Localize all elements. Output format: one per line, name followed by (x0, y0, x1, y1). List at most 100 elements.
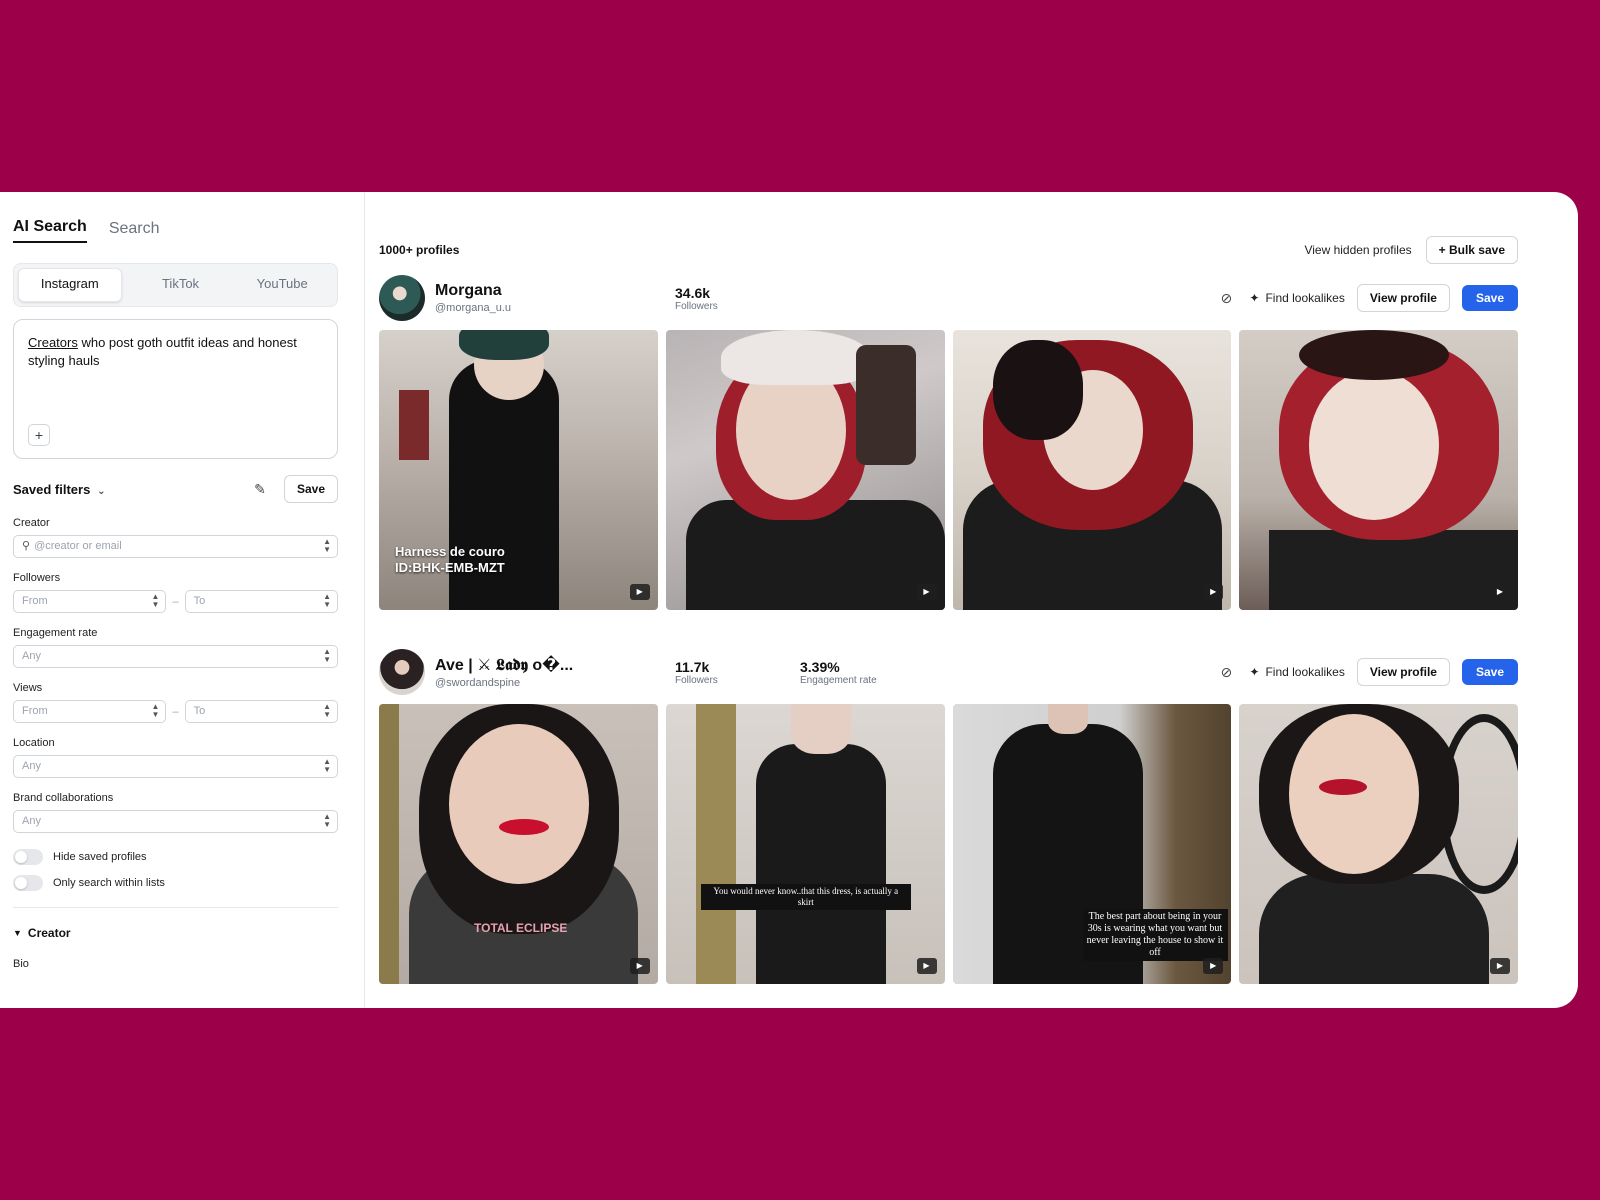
followers-from-select[interactable]: From ▲ ▼ (13, 590, 167, 613)
updown-chevron-icon: ▲ ▼ (323, 592, 331, 609)
media-thumbnail[interactable]: You would never know..that this dress, i… (665, 704, 945, 984)
save-filters-button[interactable]: Save (283, 475, 338, 503)
media-thumbnail[interactable]: ▶ (665, 330, 945, 610)
stat-followers: 11.7k Followers (675, 659, 800, 686)
video-camera-icon: ▶ (916, 584, 937, 600)
only-lists-row: Only search within lists (13, 875, 338, 891)
only-lists-label: Only search within lists (53, 877, 165, 889)
followers-from-value: From (22, 595, 48, 607)
media-caption: The best part about being in your 30s is… (1082, 909, 1228, 961)
brand-collabs-label: Brand collaborations (13, 792, 114, 804)
profile-handle: @morgana_u.u (435, 302, 511, 314)
save-profile-button[interactable]: Save (1461, 285, 1518, 311)
updown-chevron-icon: ▲ ▼ (151, 592, 160, 609)
hide-saved-row: Hide saved profiles (13, 849, 338, 865)
media-thumbnail[interactable]: ▶ (952, 330, 1232, 610)
brand-collabs-select[interactable]: Any ▲ ▼ (13, 810, 338, 833)
results-panel: 1000+ profiles View hidden profiles + Bu… (365, 192, 1578, 1008)
app-window: AI Search Search Instagram TikTok YouTub… (0, 192, 1578, 1008)
tab-instagram[interactable]: Instagram (18, 268, 122, 302)
media-row: Harness de couro ID:BHK-EMB-MZT ▶ ▶ ▶ ▶ (379, 330, 1518, 610)
bulk-save-button[interactable]: + Bulk save (1425, 236, 1518, 264)
media-caption: Harness de couro ID:BHK-EMB-MZT (395, 544, 505, 575)
media-thumbnail[interactable]: Harness de couro ID:BHK-EMB-MZT ▶ (379, 330, 658, 610)
media-thumbnail[interactable]: ▶ (1239, 330, 1518, 610)
divider (13, 907, 338, 908)
results-toolbar: 1000+ profiles View hidden profiles + Bu… (379, 236, 1518, 264)
location-value: Any (22, 760, 41, 772)
creator-section-toggle[interactable]: ▼ Creator (13, 926, 338, 940)
saved-filters-label: Saved filters (13, 481, 91, 497)
stat-label: Followers (675, 674, 718, 686)
followers-to-select[interactable]: To ▲ ▼ (184, 590, 338, 613)
find-lookalikes-button[interactable]: ✦ Find lookalikes (1249, 665, 1344, 679)
stat-label: Engagement rate (800, 674, 877, 686)
avatar[interactable] (379, 275, 425, 321)
view-profile-button[interactable]: View profile (1356, 284, 1450, 312)
platform-tabs: Instagram TikTok YouTube (13, 263, 338, 307)
save-profile-button[interactable]: Save (1461, 659, 1518, 685)
pencil-icon[interactable]: ✎ (246, 481, 274, 498)
add-attachment-button[interactable]: + (28, 424, 50, 446)
media-thumbnail[interactable]: ▶ (1239, 704, 1518, 984)
video-camera-icon: ▶ (629, 958, 650, 974)
find-lookalikes-label: Find lookalikes (1265, 291, 1345, 305)
views-to-select[interactable]: To ▲ ▼ (184, 700, 338, 723)
updown-chevron-icon: ▲ ▼ (323, 812, 331, 829)
media-thumbnail[interactable]: The best part about being in your 30s is… (952, 704, 1232, 984)
mode-tabs: AI Search Search (13, 218, 338, 243)
views-label: Views (13, 682, 43, 694)
hide-saved-label: Hide saved profiles (53, 851, 147, 863)
tab-ai-search[interactable]: AI Search (13, 218, 87, 243)
ai-prompt-input[interactable]: Creators who post goth outfit ideas and … (13, 319, 338, 459)
location-select[interactable]: Any ▲ ▼ (13, 755, 338, 778)
video-camera-icon: ▶ (1203, 958, 1224, 974)
sparkle-icon: ✦ (1249, 665, 1260, 679)
avatar[interactable] (379, 649, 425, 695)
media-row: TOTAL ECLIPSE ▶ You would never know..th… (379, 704, 1518, 984)
results-count: 1000+ profiles (379, 243, 460, 257)
chevron-down-icon: ▼ (13, 928, 22, 938)
profile-name[interactable]: Morgana (435, 282, 675, 300)
updown-chevron-icon: ▲ ▼ (323, 537, 331, 554)
creator-label: Creator (13, 517, 50, 529)
location-label: Location (13, 737, 55, 749)
eye-off-icon[interactable]: ⊘ (1211, 290, 1241, 307)
media-caption: You would never know..that this dress, i… (700, 884, 911, 910)
video-camera-icon: ▶ (1490, 584, 1510, 600)
followers-to-value: To (193, 595, 206, 607)
stat-value: 3.39% (800, 658, 840, 675)
media-thumbnail[interactable]: TOTAL ECLIPSE ▶ (379, 704, 658, 984)
views-from-select[interactable]: From ▲ ▼ (13, 700, 167, 723)
followers-label: Followers (13, 572, 61, 584)
only-lists-toggle[interactable] (13, 875, 43, 891)
view-hidden-link[interactable]: View hidden profiles (1304, 243, 1411, 257)
engagement-label: Engagement rate (13, 627, 98, 639)
sparkle-icon: ✦ (1249, 291, 1260, 305)
eye-off-icon[interactable]: ⊘ (1211, 664, 1241, 681)
tab-tiktok[interactable]: TikTok (130, 268, 232, 302)
hide-saved-toggle[interactable] (13, 849, 43, 865)
profile-card: Morgana @morgana_u.u 34.6k Followers ⊘ ✦… (379, 274, 1518, 610)
profile-handle: @swordandspine (435, 677, 521, 689)
tab-youtube[interactable]: YouTube (231, 268, 333, 302)
search-icon: ⚲ (22, 540, 31, 552)
followers-range: From ▲ ▼ – To ▲ ▼ (13, 590, 338, 613)
video-camera-icon: ▶ (1490, 958, 1510, 974)
find-lookalikes-button[interactable]: ✦ Find lookalikes (1249, 291, 1344, 305)
stat-value: 11.7k (675, 658, 710, 675)
filter-sidebar: AI Search Search Instagram TikTok YouTub… (0, 192, 365, 1008)
view-profile-button[interactable]: View profile (1356, 658, 1450, 686)
views-from-value: From (22, 705, 48, 717)
views-range: From ▲ ▼ – To ▲ ▼ (13, 700, 338, 723)
tab-search[interactable]: Search (109, 220, 160, 243)
profile-name[interactable]: Ave | ⚔ 𝕷𝖆𝖉𝖞 o�... (435, 655, 675, 675)
views-to-value: To (193, 705, 206, 717)
engagement-value: Any (22, 650, 41, 662)
saved-filters-dropdown[interactable]: Saved filters ⌄ (13, 482, 246, 497)
engagement-select[interactable]: Any ▲ ▼ (13, 645, 338, 668)
stat-label: Followers (675, 300, 718, 312)
creator-search-input[interactable]: ⚲ @creator or email ▲ ▼ (13, 535, 338, 558)
saved-filters-row: Saved filters ⌄ ✎ Save (13, 475, 338, 503)
updown-chevron-icon: ▲ ▼ (151, 702, 160, 719)
